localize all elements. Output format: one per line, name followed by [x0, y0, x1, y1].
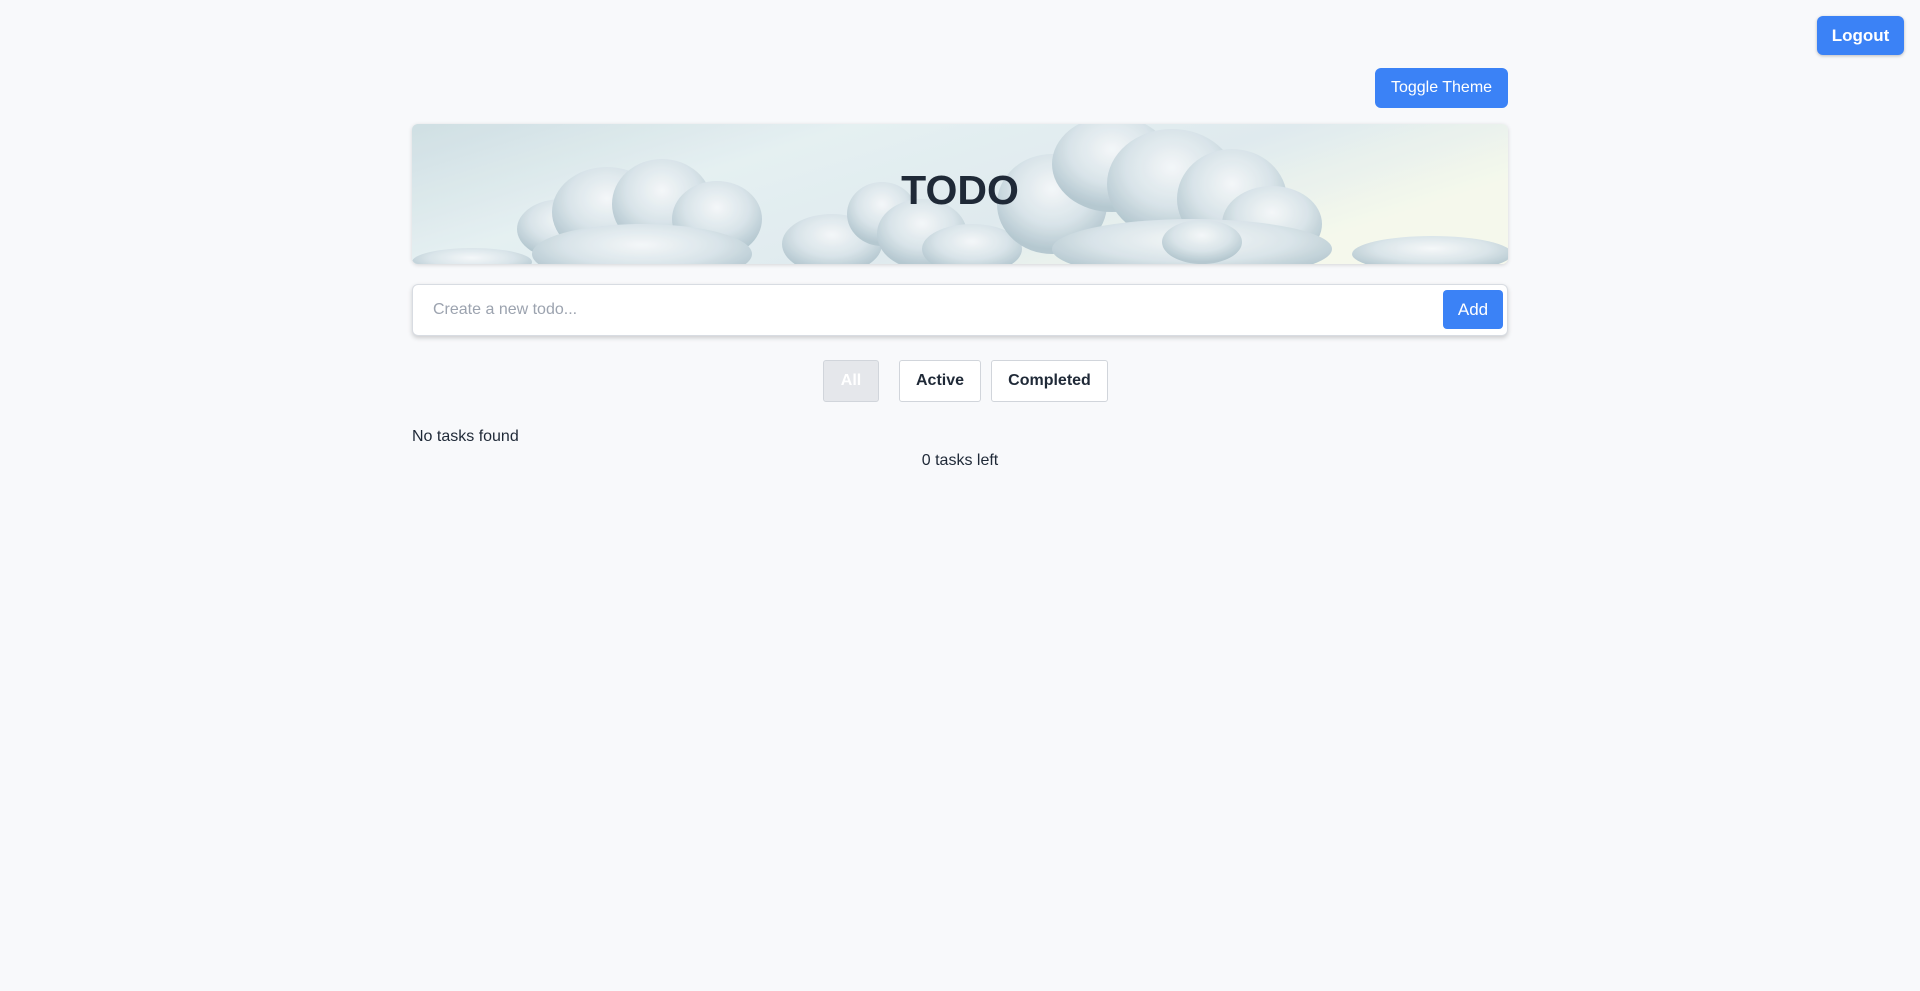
header-banner: TODO [412, 124, 1508, 264]
empty-state-message: No tasks found [412, 428, 519, 445]
toggle-theme-button[interactable]: Toggle Theme [1375, 68, 1508, 108]
filter-completed-button[interactable]: Completed [991, 360, 1108, 402]
tasks-left-counter: 0 tasks left [921, 452, 999, 469]
logout-button[interactable]: Logout [1817, 16, 1904, 55]
new-todo-form: Add [412, 284, 1508, 336]
add-button[interactable]: Add [1443, 290, 1503, 329]
new-todo-input[interactable] [433, 297, 1433, 323]
app-title: TODO [901, 167, 1019, 213]
filter-all-button[interactable]: All [823, 360, 879, 402]
filter-active-button[interactable]: Active [899, 360, 981, 402]
